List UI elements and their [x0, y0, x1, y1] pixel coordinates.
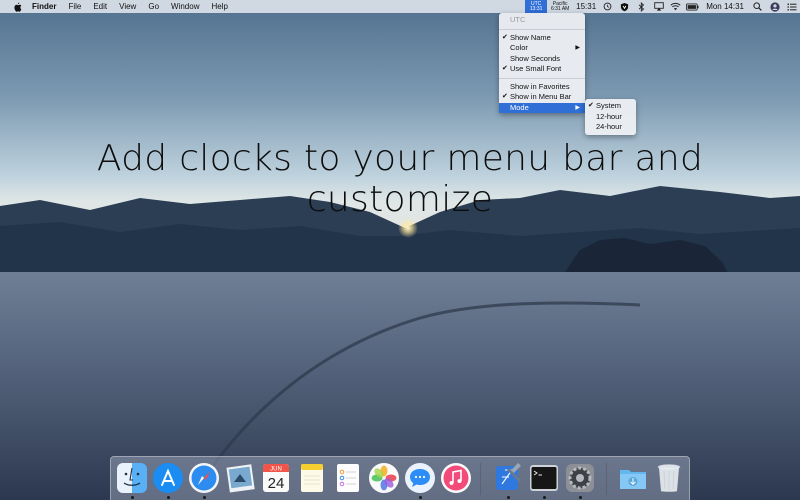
menubar-clock-utc[interactable]: UTC 13:31: [525, 0, 548, 13]
downloads-folder-icon[interactable]: [617, 462, 649, 494]
preview-icon[interactable]: [224, 462, 256, 494]
trash-icon[interactable]: [653, 462, 685, 494]
xcode-icon[interactable]: [492, 462, 524, 494]
menu-edit[interactable]: Edit: [87, 0, 113, 13]
user-account-icon[interactable]: [768, 0, 781, 13]
menu-separator: [499, 77, 585, 79]
running-indicator: [506, 496, 510, 499]
system-preferences-icon[interactable]: [564, 462, 596, 494]
calendar-day-label: 24: [268, 475, 285, 492]
mode-submenu: ✔ System 12-hour 24-hour: [585, 99, 636, 135]
menu-item-show-in-menu-bar[interactable]: ✔ Show in Menu Bar: [499, 92, 585, 103]
messages-icon[interactable]: [404, 462, 436, 494]
submenu-item-12-hour[interactable]: 12-hour: [585, 112, 636, 123]
submenu-item-label: 24-hour: [596, 122, 622, 131]
clock-utc-time: 13:31: [529, 5, 543, 12]
submenu-item-system[interactable]: ✔ System: [585, 101, 636, 112]
submenu-item-24-hour[interactable]: 24-hour: [585, 122, 636, 133]
menu-window[interactable]: Window: [165, 0, 205, 13]
shield-icon[interactable]: [618, 0, 631, 13]
time-machine-icon[interactable]: [601, 0, 614, 13]
menu-header-utc: UTC: [499, 15, 585, 26]
dock-separator: [606, 463, 607, 495]
menu-item-show-in-favorites[interactable]: Show in Favorites: [499, 82, 585, 93]
menu-item-label: Show in Favorites: [510, 81, 570, 91]
running-indicator: [130, 496, 134, 499]
menu-go[interactable]: Go: [142, 0, 165, 13]
running-indicator: [542, 496, 546, 499]
itunes-icon[interactable]: [440, 462, 472, 494]
menu-help[interactable]: Help: [205, 0, 233, 13]
menu-item-label: Show in Menu Bar: [510, 92, 572, 101]
wifi-icon[interactable]: [669, 0, 682, 13]
promo-headline: Add clocks to your menu bar and customiz…: [96, 138, 704, 220]
menu-file[interactable]: File: [62, 0, 87, 13]
notification-center-icon[interactable]: [785, 0, 798, 13]
menubar-system-clock[interactable]: Mon 14:31: [701, 0, 749, 13]
checkmark-icon: ✔: [588, 102, 594, 109]
submenu-arrow-icon: ▶: [575, 45, 580, 51]
menu-view[interactable]: View: [113, 0, 142, 13]
running-indicator: [418, 496, 422, 499]
app-menus: Finder File Edit View Go Window Help: [26, 0, 234, 13]
menubar-clock-pacific[interactable]: Pacific 6:31 AM: [547, 0, 573, 13]
clock-options-menu: UTC ✔ Show Name Color ▶ Show Seconds ✔ U…: [499, 13, 585, 113]
app-store-icon[interactable]: [152, 462, 184, 494]
clock-pacific-time: 6:31 AM: [550, 5, 570, 12]
notes-icon[interactable]: [296, 462, 328, 494]
menu-item-label: Show Seconds: [510, 53, 561, 63]
calendar-month-label: JUN: [270, 467, 282, 473]
reminders-icon[interactable]: [332, 462, 364, 494]
running-indicator: [578, 496, 582, 499]
menu-item-label: Color: [510, 43, 528, 52]
menu-item-show-seconds[interactable]: Show Seconds: [499, 54, 585, 65]
menu-item-use-small-font[interactable]: ✔ Use Small Font: [499, 64, 585, 75]
terminal-icon[interactable]: [528, 462, 560, 494]
menu-item-color[interactable]: Color ▶: [499, 43, 585, 54]
menu-item-label: Mode: [510, 102, 529, 112]
running-indicator: [166, 496, 170, 499]
submenu-item-label: System: [596, 101, 622, 110]
checkmark-icon: ✔: [502, 65, 508, 72]
calendar-icon[interactable]: JUN 24: [260, 462, 292, 494]
safari-icon[interactable]: [188, 462, 220, 494]
desktop-wallpaper: [0, 0, 800, 500]
apple-menu-icon[interactable]: [8, 0, 26, 13]
menu-item-show-name[interactable]: ✔ Show Name: [499, 33, 585, 44]
menu-separator: [499, 28, 585, 30]
menu-header-label: UTC: [510, 15, 526, 24]
bluetooth-icon[interactable]: [635, 0, 648, 13]
running-indicator: [202, 496, 206, 499]
dock-separator: [480, 463, 481, 495]
status-area: UTC 13:31 Pacific 6:31 AM 15:31 Mon 14:3…: [525, 0, 800, 13]
menu-bar: Finder File Edit View Go Window Help UTC…: [0, 0, 800, 13]
checkmark-icon: ✔: [502, 93, 508, 100]
spotlight-search-icon[interactable]: [751, 0, 764, 13]
photos-icon[interactable]: [368, 462, 400, 494]
menu-finder[interactable]: Finder: [26, 0, 62, 13]
battery-icon[interactable]: [686, 0, 699, 13]
menu-item-mode[interactable]: Mode ▶: [499, 102, 585, 113]
dock: JUN 24: [110, 456, 690, 500]
airplay-icon[interactable]: [652, 0, 665, 13]
finder-icon[interactable]: [116, 462, 148, 494]
menubar-clock-main[interactable]: 15:31: [573, 0, 599, 13]
checkmark-icon: ✔: [502, 33, 508, 41]
menu-item-label: Use Small Font: [510, 64, 562, 73]
submenu-item-label: 12-hour: [596, 111, 622, 121]
menu-item-label: Show Name: [510, 32, 551, 42]
submenu-arrow-icon: ▶: [575, 104, 580, 111]
